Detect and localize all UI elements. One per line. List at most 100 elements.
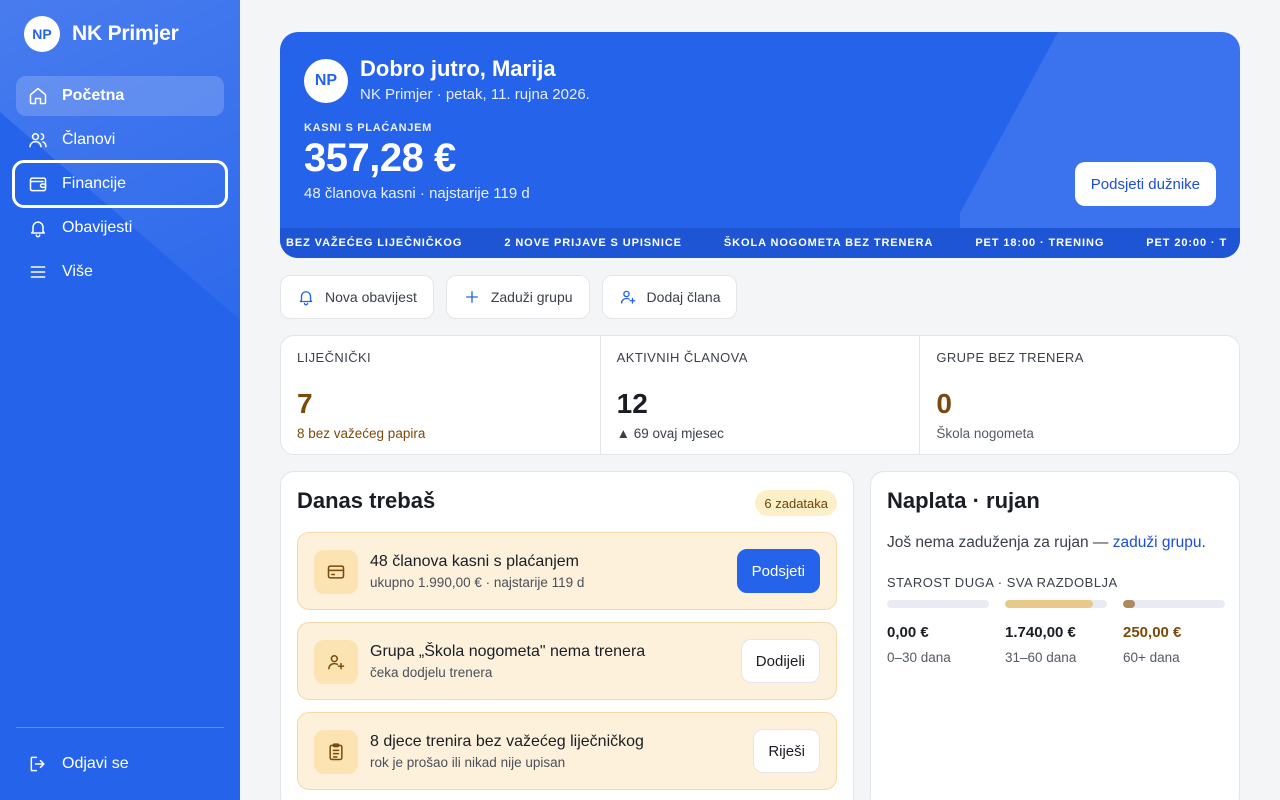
club-avatar: NP xyxy=(304,59,348,103)
debt-bucket-amount: 0,00 € xyxy=(887,624,929,641)
quick-actions: Nova obavijest Zaduži grupu Dodaj člana xyxy=(280,275,738,319)
empty-end: . xyxy=(1201,534,1206,551)
stat-label: AKTIVNIH ČLANOVA xyxy=(616,350,748,365)
menu-icon xyxy=(30,266,46,278)
resolve-button[interactable]: Riješi xyxy=(753,729,820,773)
remind-button[interactable]: Podsjeti xyxy=(736,549,820,593)
task-icon-box xyxy=(314,640,358,684)
debt-bucket: 250,00 € 60+ dana xyxy=(1123,600,1225,665)
stat-sub: Škola nogometa xyxy=(936,426,1034,441)
user-plus-icon xyxy=(328,655,345,670)
sidebar-item-finance[interactable]: Financije xyxy=(12,160,228,208)
debt-bucket-amount: 250,00 € xyxy=(1123,624,1182,641)
stat-value: 12 xyxy=(616,388,648,419)
charge-group-button[interactable]: Zaduži grupu xyxy=(445,275,590,319)
task-title: 8 djece trenira bez važećeg liječničkog xyxy=(370,733,644,750)
sidebar-item-label: Obavijesti xyxy=(62,219,133,236)
debt-bucket-range: 31–60 dana xyxy=(1005,650,1077,665)
sidebar-item-label: Članovi xyxy=(62,131,116,148)
collection-empty-state: Još nema zaduženja za rujan — zaduži gru… xyxy=(887,534,1206,552)
sidebar-item-label: Financije xyxy=(62,175,127,192)
task-icon-box xyxy=(314,550,358,594)
task-title: 48 članova kasni s plaćanjem xyxy=(370,553,580,570)
tasks-title: Danas trebaš xyxy=(297,488,436,513)
stat-medical[interactable]: LIJEČNIČKI 7 8 bez važećeg papira xyxy=(281,336,601,454)
task-title: Grupa „Škola nogometa" nema trenera xyxy=(370,643,646,660)
logout-button[interactable]: Odjavi se xyxy=(16,744,224,784)
ticker-item: BEZ VAŽEĆEG LIJEČNIČKOG xyxy=(286,237,463,249)
stat-active-members[interactable]: AKTIVNIH ČLANOVA 12 ▲ 69 ovaj mjesec xyxy=(601,336,921,454)
stat-value: 7 xyxy=(297,388,313,419)
tasks-count-badge: 6 zadataka xyxy=(755,490,837,516)
stat-value: 0 xyxy=(936,388,952,419)
stat-sub: 8 bez važećeg papira xyxy=(297,426,426,441)
sidebar-item-home[interactable]: Početna xyxy=(16,76,224,116)
stat-groups-no-coach[interactable]: GRUPE BEZ TRENERA 0 Škola nogometa xyxy=(920,336,1239,454)
main-nav: Početna Članovi Financije Obavijesti Viš… xyxy=(12,76,228,296)
logout-area: Odjavi se xyxy=(16,744,224,788)
brand[interactable]: NP NK Primjer xyxy=(24,16,179,52)
wallet-icon xyxy=(29,177,47,192)
add-member-button[interactable]: Dodaj člana xyxy=(601,275,738,319)
debt-bucket-bar xyxy=(1005,600,1107,608)
stat-sub: ▲ 69 ovaj mjesec xyxy=(616,426,724,441)
ticker-item: PET 20:00 · T xyxy=(1146,237,1228,249)
debt-bucket-fill xyxy=(1123,600,1136,608)
club-name: NK Primjer xyxy=(72,22,179,45)
greeting: Dobro jutro, Marija xyxy=(360,56,556,81)
bell-icon xyxy=(299,291,313,306)
ticker-item: ŠKOLA NOGOMETA BEZ TRENERA xyxy=(723,237,934,249)
debt-age-label: STAROST DUGA · SVA RAZDOBLJA xyxy=(887,575,1118,590)
empty-text: Još nema zaduženja za rujan — xyxy=(887,534,1113,551)
credit-card-icon xyxy=(327,565,345,579)
stats-strip: LIJEČNIČKI 7 8 bez važećeg papira AKTIVN… xyxy=(280,335,1240,455)
today-tasks-card: Danas trebaš 6 zadataka 48 članova kasni… xyxy=(280,471,854,800)
charge-group-link[interactable]: zaduži grupu xyxy=(1113,534,1202,551)
users-icon xyxy=(29,133,47,148)
hero-decor xyxy=(960,32,1240,258)
news-ticker: BEZ VAŽEĆEG LIJEČNIČKOG 2 NOVE PRIJAVE S… xyxy=(280,228,1240,258)
quick-action-label: Dodaj člana xyxy=(646,289,721,305)
assign-button[interactable]: Dodijeli xyxy=(740,639,820,683)
hero-banner: NP Dobro jutro, Marija NK Primjer · peta… xyxy=(280,32,1240,258)
logout-label: Odjavi se xyxy=(62,755,129,772)
home-icon xyxy=(29,87,47,105)
sidebar-item-label: Više xyxy=(62,263,93,280)
new-notice-button[interactable]: Nova obavijest xyxy=(280,275,434,319)
quick-action-label: Nova obavijest xyxy=(325,289,417,305)
sidebar-item-label: Početna xyxy=(62,87,125,104)
debt-bucket: 0,00 € 0–30 dana xyxy=(887,600,989,665)
debt-bucket-bar xyxy=(887,600,989,608)
sidebar-divider xyxy=(16,727,224,728)
remind-debtors-button[interactable]: Podsjeti dužnike xyxy=(1074,162,1216,206)
task-item-medical: 8 djece trenira bez važećeg liječničkog … xyxy=(297,712,837,790)
ticker-item: 2 NOVE PRIJAVE S UPISNICE xyxy=(504,237,682,249)
sidebar-item-more[interactable]: Više xyxy=(16,252,224,292)
sidebar: NP NK Primjer Početna Članovi Financije … xyxy=(0,0,240,800)
club-logo: NP xyxy=(24,16,60,52)
plus-icon xyxy=(465,291,478,303)
collection-card: Naplata · rujan Još nema zaduženja za ru… xyxy=(870,471,1240,800)
quick-action-label: Zaduži grupu xyxy=(490,289,573,305)
ticker-item: PET 18:00 · TRENING xyxy=(975,237,1105,249)
task-item-overdue: 48 članova kasni s plaćanjem ukupno 1.99… xyxy=(297,532,837,610)
greeting-subtitle: NK Primjer · petak, 11. rujna 2026. xyxy=(360,86,590,103)
task-subtitle: ukupno 1.990,00 € · najstarije 119 d xyxy=(370,575,585,590)
debt-bucket-range: 0–30 dana xyxy=(887,650,951,665)
stat-label: GRUPE BEZ TRENERA xyxy=(936,350,1084,365)
sidebar-item-notifications[interactable]: Obavijesti xyxy=(16,208,224,248)
user-plus-icon xyxy=(620,290,635,304)
overdue-amount: 357,28 € xyxy=(304,136,456,180)
debt-bucket-amount: 1.740,00 € xyxy=(1005,624,1076,641)
logout-icon xyxy=(30,756,45,772)
overdue-label: KASNI S PLAĆANJEM xyxy=(304,122,433,134)
task-subtitle: rok je prošao ili nikad nije upisan xyxy=(370,755,566,770)
stat-label: LIJEČNIČKI xyxy=(297,350,372,365)
debt-bucket-bar xyxy=(1123,600,1225,608)
debt-bucket: 1.740,00 € 31–60 dana xyxy=(1005,600,1107,665)
sidebar-item-members[interactable]: Članovi xyxy=(16,120,224,160)
bell-icon xyxy=(31,221,45,238)
collection-title: Naplata · rujan xyxy=(887,488,1040,513)
overdue-summary: 48 članova kasni · najstarije 119 d xyxy=(304,185,530,202)
clipboard-icon xyxy=(329,743,343,761)
